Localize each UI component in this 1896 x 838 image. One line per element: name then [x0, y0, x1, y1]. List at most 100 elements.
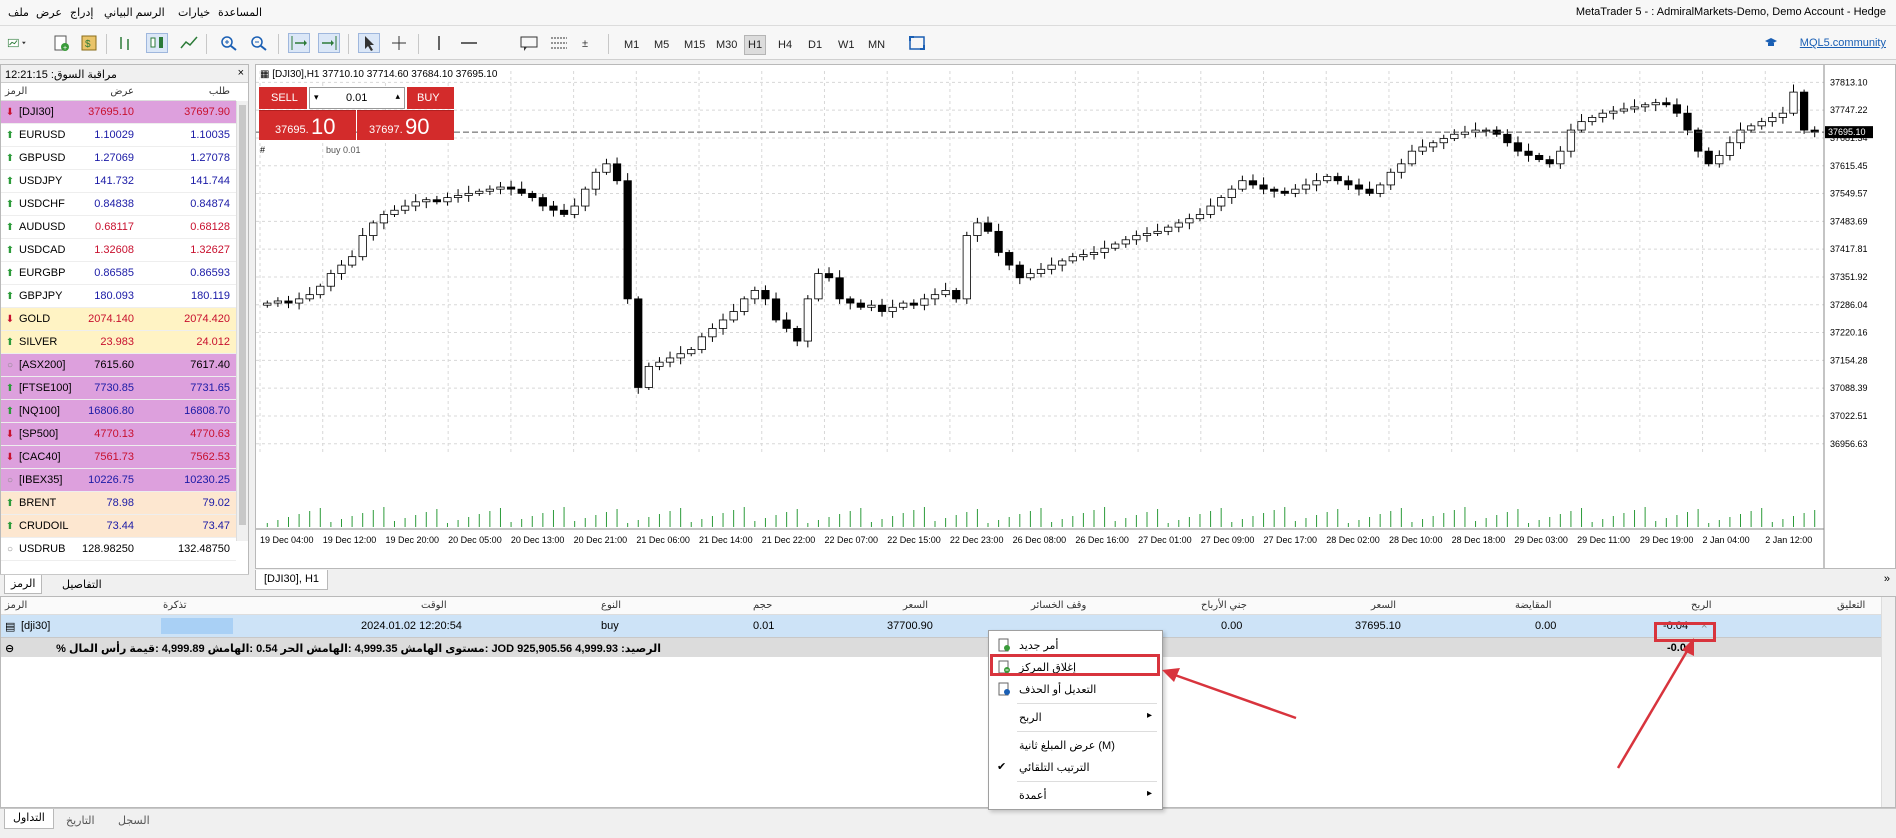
- algo-trading-icon[interactable]: $: [78, 33, 100, 53]
- col-symbol[interactable]: الرمز: [5, 600, 27, 611]
- collapse-icon[interactable]: ⊖: [5, 642, 14, 655]
- menu-item-modify-delete[interactable]: التعديل أو الحذف: [989, 679, 1162, 699]
- new-chart-icon[interactable]: [6, 33, 40, 53]
- text-label-icon[interactable]: [518, 33, 540, 53]
- menu-charts[interactable]: الرسم البياني: [104, 6, 165, 19]
- col-bid[interactable]: عرض: [110, 86, 134, 97]
- tab-details[interactable]: التفاصيل: [56, 578, 108, 591]
- position-take-profit[interactable]: 0.00: [1221, 620, 1242, 632]
- timeframe-m5[interactable]: M5: [650, 35, 673, 55]
- market-watch-row[interactable]: ○ [IBEX35] 10226.75 10230.25: [1, 469, 236, 492]
- timeframe-w1[interactable]: W1: [834, 35, 859, 55]
- vertical-line-icon[interactable]: [428, 33, 450, 53]
- fullscreen-icon[interactable]: [906, 33, 928, 53]
- mql5-community-link[interactable]: MQL5.community: [1800, 37, 1886, 49]
- menu-file[interactable]: ملف: [8, 6, 29, 19]
- buy-price[interactable]: 37697. 90: [357, 110, 454, 140]
- sell-price[interactable]: 37695. 10: [259, 110, 356, 140]
- market-watch-row[interactable]: ⬆ GBPUSD 1.27069 1.27078: [1, 147, 236, 170]
- timeframe-m1[interactable]: M1: [620, 35, 643, 55]
- shapes-icon[interactable]: ±: [578, 33, 600, 53]
- timeframe-d1[interactable]: D1: [804, 35, 826, 55]
- col-comment[interactable]: التعليق: [1837, 600, 1865, 611]
- market-watch-row[interactable]: ⬇ [CAC40] 7561.73 7562.53: [1, 446, 236, 469]
- market-watch-row[interactable]: ○ [ASX200] 7615.60 7617.40: [1, 354, 236, 377]
- tab-journal[interactable]: السجل: [110, 812, 158, 832]
- menu-insert[interactable]: إدراج: [70, 6, 93, 19]
- col-profit[interactable]: الربح: [1691, 600, 1712, 611]
- col-ask[interactable]: طلب: [209, 86, 230, 97]
- horizontal-line-icon[interactable]: [458, 33, 480, 53]
- autoscroll-icon[interactable]: [288, 33, 310, 53]
- market-watch-row[interactable]: ⬆ CRUDOIL 73.44 73.47: [1, 515, 236, 538]
- col-price[interactable]: السعر: [1371, 600, 1396, 611]
- menu-view[interactable]: عرض: [36, 6, 62, 19]
- bar-chart-icon[interactable]: [114, 33, 136, 53]
- menu-help[interactable]: المساعدة: [218, 6, 262, 19]
- tab-history[interactable]: التاريخ: [58, 812, 103, 832]
- market-watch-row[interactable]: ⬆ BRENT 78.98 79.02: [1, 492, 236, 515]
- crosshair-icon[interactable]: [388, 33, 410, 53]
- col-volume[interactable]: حجم: [753, 600, 772, 611]
- col-open-price[interactable]: السعر: [903, 600, 928, 611]
- market-watch-row[interactable]: ⬆ USDCAD 1.32608 1.32627: [1, 239, 236, 262]
- buy-button[interactable]: BUY: [407, 87, 454, 109]
- fibonacci-icon[interactable]: [548, 33, 570, 53]
- position-line-label[interactable]: buy 0.01: [326, 145, 361, 155]
- new-order-icon[interactable]: +: [50, 33, 72, 53]
- x-tick-label: 29 Dec 11:00: [1577, 535, 1630, 545]
- market-watch-row[interactable]: ⬇ [SP500] 4770.13 4770.63: [1, 423, 236, 446]
- chart-window[interactable]: 19 Dec 04:00 19 Dec 12:00 19 Dec 20:00 20 D…: [255, 64, 1896, 569]
- market-watch-row[interactable]: ⬇ [DJI30] 37695.10 37697.90: [1, 101, 236, 124]
- timeframe-h1[interactable]: H1: [744, 35, 767, 55]
- col-ticket[interactable]: تذكرة: [163, 600, 187, 611]
- close-icon[interactable]: ×: [238, 67, 244, 79]
- market-watch-row[interactable]: ⬆ USDCHF 0.84838 0.84874: [1, 193, 236, 216]
- zoom-out-icon[interactable]: [248, 33, 270, 53]
- market-watch-row[interactable]: ⬆ USDJPY 141.732 141.744: [1, 170, 236, 193]
- market-watch-row[interactable]: ⬆ SILVER 23.983 24.012: [1, 331, 236, 354]
- menu-item-profit[interactable]: الربح ▸: [989, 707, 1162, 727]
- sell-button[interactable]: SELL: [259, 87, 307, 109]
- menu-options[interactable]: خيارات: [178, 6, 210, 19]
- col-time[interactable]: الوقت: [421, 600, 447, 611]
- tab-trade[interactable]: التداول: [4, 809, 54, 829]
- market-watch-row[interactable]: ⬆ EURUSD 1.10029 1.10035: [1, 124, 236, 147]
- lot-size-value[interactable]: 0.01: [346, 92, 367, 104]
- col-take-profit[interactable]: جني الأرباح: [1201, 600, 1247, 611]
- market-watch-row[interactable]: ⬆ GBPJPY 180.093 180.119: [1, 285, 236, 308]
- col-type[interactable]: النوع: [601, 600, 621, 611]
- timeframe-m30[interactable]: M30: [712, 35, 741, 55]
- tab-symbols[interactable]: الرمز: [4, 575, 43, 594]
- toolbox-scrollbar[interactable]: [1881, 597, 1895, 807]
- market-watch-scrollbar[interactable]: [236, 101, 248, 541]
- menu-item-new-order[interactable]: أمر جديد: [989, 635, 1162, 655]
- price-chart[interactable]: 19 Dec 04:00 19 Dec 12:00 19 Dec 20:00 20 D…: [256, 65, 1895, 568]
- market-watch-row[interactable]: ⬆ [FTSE100] 7730.85 7731.65: [1, 377, 236, 400]
- lot-size-stepper[interactable]: ▾ 0.01 ▴: [309, 87, 405, 109]
- market-watch-row[interactable]: ⬆ [NQ100] 16806.80 16808.70: [1, 400, 236, 423]
- line-chart-icon[interactable]: [178, 33, 200, 53]
- tab-dji30-h1[interactable]: [DJI30], H1: [255, 570, 329, 590]
- menu-item-auto-arrange[interactable]: ✔ الترتيب التلقائي: [989, 757, 1162, 777]
- market-watch-row[interactable]: ⬆ AUDUSD 0.68117 0.68128: [1, 216, 236, 239]
- position-row[interactable]: ▤ [dji30] 2024.01.02 12:20:54 buy 0.01 3…: [1, 615, 1881, 637]
- timeframe-m15[interactable]: M15: [680, 35, 709, 55]
- col-stop-loss[interactable]: وقف الخسائر: [1031, 600, 1086, 611]
- market-watch-row[interactable]: ⬇ GOLD 2074.140 2074.420: [1, 308, 236, 331]
- lot-decrease-icon[interactable]: ▾: [314, 92, 319, 103]
- zoom-in-icon[interactable]: [218, 33, 240, 53]
- col-swap[interactable]: المقايضة: [1515, 600, 1552, 611]
- market-watch-row[interactable]: ○ USDRUB 128.98250 132.48750: [1, 538, 236, 561]
- menu-item-columns[interactable]: أعمدة ▸: [989, 785, 1162, 805]
- timeframe-h4[interactable]: H4: [774, 35, 796, 55]
- candlestick-chart-icon[interactable]: [146, 33, 168, 53]
- lot-increase-icon[interactable]: ▴: [395, 91, 400, 102]
- menu-item-show-amount[interactable]: عرض المبلغ ثانية (M): [989, 735, 1162, 755]
- chart-shift-icon[interactable]: [318, 33, 340, 53]
- market-watch-row[interactable]: ⬆ EURGBP 0.86585 0.86593: [1, 262, 236, 285]
- expand-icon[interactable]: »: [1884, 573, 1890, 585]
- col-symbol[interactable]: الرمز: [5, 86, 27, 97]
- cursor-icon[interactable]: [358, 33, 380, 53]
- timeframe-mn[interactable]: MN: [864, 35, 889, 55]
